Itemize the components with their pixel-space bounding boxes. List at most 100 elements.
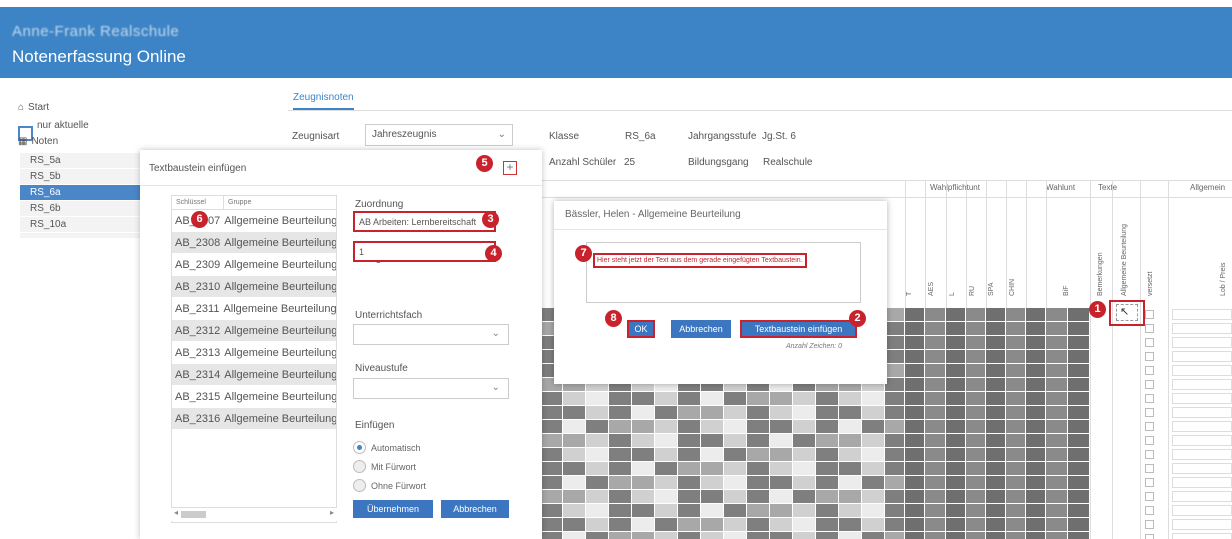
versetzt-checkbox[interactable] xyxy=(1145,506,1154,515)
grid-cell[interactable] xyxy=(1068,476,1089,489)
grid-cell[interactable] xyxy=(1046,448,1067,461)
ok-button[interactable]: OK xyxy=(627,320,655,338)
grid-cell[interactable] xyxy=(816,406,838,419)
grid-cell[interactable] xyxy=(946,420,965,433)
grid-cell[interactable] xyxy=(946,336,965,349)
versetzt-checkbox[interactable] xyxy=(1145,338,1154,347)
grid-cell[interactable] xyxy=(609,406,631,419)
lob-cell[interactable] xyxy=(1172,491,1232,502)
grid-cell[interactable] xyxy=(793,392,815,405)
grid-cell[interactable] xyxy=(986,350,1005,363)
grid-cell[interactable] xyxy=(1068,420,1089,433)
grid-cell[interactable] xyxy=(966,322,985,335)
grid-cell[interactable] xyxy=(839,462,861,475)
grid-cell[interactable] xyxy=(862,392,884,405)
nav-noten[interactable]: ▦ Noten xyxy=(18,136,58,147)
grid-cell[interactable] xyxy=(966,350,985,363)
grid-cell[interactable] xyxy=(986,392,1005,405)
grid-cell[interactable] xyxy=(986,336,1005,349)
grid-cell[interactable] xyxy=(724,462,746,475)
grid-cell[interactable] xyxy=(678,476,700,489)
grid-cell[interactable] xyxy=(946,378,965,391)
grid-cell[interactable] xyxy=(1068,434,1089,447)
grid-cell[interactable] xyxy=(540,392,562,405)
grid-cell[interactable] xyxy=(925,462,945,475)
radio-mit-fuerwort[interactable]: Mit Fürwort xyxy=(353,460,416,473)
grid-cell[interactable] xyxy=(563,420,585,433)
grid-cell[interactable] xyxy=(1068,392,1089,405)
grid-cell[interactable] xyxy=(724,392,746,405)
grid-cell[interactable] xyxy=(905,490,924,503)
grid-cell[interactable] xyxy=(747,420,769,433)
grid-cell[interactable] xyxy=(862,448,884,461)
grid-cell[interactable] xyxy=(701,518,723,531)
table-row[interactable]: AB_2309 Allgemeine Beurteilung xyxy=(172,254,336,276)
grid-cell[interactable] xyxy=(816,518,838,531)
grid-cell[interactable] xyxy=(816,420,838,433)
grid-cell[interactable] xyxy=(966,448,985,461)
grid-cell[interactable] xyxy=(540,518,562,531)
grid-cell[interactable] xyxy=(1006,336,1025,349)
grid-cell[interactable] xyxy=(678,448,700,461)
grid-cell[interactable] xyxy=(632,448,654,461)
grid-cell[interactable] xyxy=(986,364,1005,377)
grid-cell[interactable] xyxy=(946,406,965,419)
grid-cell[interactable] xyxy=(1026,490,1045,503)
grid-cell[interactable] xyxy=(1046,420,1067,433)
grid-cell[interactable] xyxy=(632,392,654,405)
grid-cell[interactable] xyxy=(925,490,945,503)
nav-start[interactable]: ⌂ Start xyxy=(18,102,49,113)
versetzt-checkbox[interactable] xyxy=(1145,478,1154,487)
grid-cell[interactable] xyxy=(1006,350,1025,363)
grid-cell[interactable] xyxy=(1068,448,1089,461)
grid-cell[interactable] xyxy=(885,532,904,539)
grid-cell[interactable] xyxy=(885,434,904,447)
grid-cell[interactable] xyxy=(1026,392,1045,405)
grid-cell[interactable] xyxy=(925,406,945,419)
versetzt-checkbox[interactable] xyxy=(1145,380,1154,389)
grid-cell[interactable] xyxy=(724,420,746,433)
grid-cell[interactable] xyxy=(946,434,965,447)
grid-cell[interactable] xyxy=(966,504,985,517)
grid-cell[interactable] xyxy=(885,322,904,335)
grid-cell[interactable] xyxy=(793,420,815,433)
grid-cell[interactable] xyxy=(986,308,1005,321)
grid-cell[interactable] xyxy=(839,532,861,539)
grid-cell[interactable] xyxy=(770,420,792,433)
grid-cell[interactable] xyxy=(632,462,654,475)
grid-cell[interactable] xyxy=(678,420,700,433)
grid-cell[interactable] xyxy=(966,462,985,475)
versetzt-checkbox[interactable] xyxy=(1145,310,1154,319)
grid-cell[interactable] xyxy=(609,392,631,405)
fach-select[interactable]: ⌄ xyxy=(353,324,509,345)
grid-cell[interactable] xyxy=(946,308,965,321)
grid-cell[interactable] xyxy=(905,308,924,321)
grid-cell[interactable] xyxy=(1006,406,1025,419)
lob-cell[interactable] xyxy=(1172,379,1232,390)
grid-cell[interactable] xyxy=(1046,476,1067,489)
grid-cell[interactable] xyxy=(724,476,746,489)
versetzt-checkbox[interactable] xyxy=(1145,422,1154,431)
grid-cell[interactable] xyxy=(862,476,884,489)
grid-cell[interactable] xyxy=(770,504,792,517)
grid-cell[interactable] xyxy=(678,518,700,531)
grid-cell[interactable] xyxy=(586,504,608,517)
grid-cell[interactable] xyxy=(1006,420,1025,433)
grid-cell[interactable] xyxy=(986,378,1005,391)
grid-cell[interactable] xyxy=(540,504,562,517)
grid-cell[interactable] xyxy=(925,378,945,391)
grid-cell[interactable] xyxy=(1046,504,1067,517)
grid-cell[interactable] xyxy=(1026,448,1045,461)
grid-cell[interactable] xyxy=(540,462,562,475)
grid-cell[interactable] xyxy=(609,434,631,447)
grid-cell[interactable] xyxy=(655,420,677,433)
lob-cell[interactable] xyxy=(1172,463,1232,474)
grid-cell[interactable] xyxy=(701,504,723,517)
grid-cell[interactable] xyxy=(1068,322,1089,335)
grid-cell[interactable] xyxy=(1026,476,1045,489)
dialog-cancel-button[interactable]: Abbrechen xyxy=(671,320,731,338)
grid-cell[interactable] xyxy=(986,532,1005,539)
grid-cell[interactable] xyxy=(966,336,985,349)
zuordnung-input[interactable]: AB Arbeiten: Lernbereitschaft xyxy=(353,211,496,232)
grid-cell[interactable] xyxy=(885,364,904,377)
